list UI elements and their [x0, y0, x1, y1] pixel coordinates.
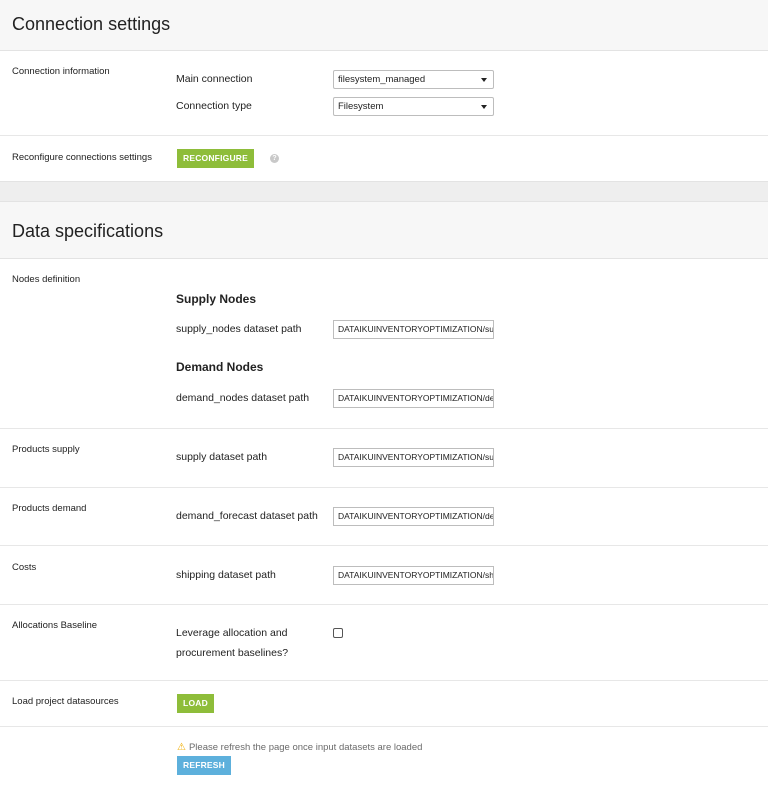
connection-type-select[interactable]: Filesystem — [333, 97, 494, 116]
chevron-down-icon — [481, 105, 487, 109]
main-connection-label: Main connection — [176, 73, 253, 85]
products-demand-label: Products demand — [12, 503, 87, 514]
shipping-path-label: shipping dataset path — [176, 569, 276, 581]
supply-nodes-path-input[interactable]: DATAIKUINVENTORYOPTIMIZATION/supply_node… — [333, 320, 494, 339]
divider — [0, 428, 768, 429]
allocations-baseline-label: Allocations Baseline — [12, 620, 98, 631]
main-connection-select[interactable]: filesystem_managed — [333, 70, 494, 89]
supply-path-label: supply dataset path — [176, 451, 268, 463]
help-icon[interactable]: ? — [270, 154, 279, 163]
connection-settings-title: Connection settings — [12, 14, 171, 34]
data-specifications-title: Data specifications — [12, 221, 164, 241]
warning-icon: ⚠ — [177, 742, 186, 753]
leverage-baselines-label-line2: procurement baselines? — [176, 647, 289, 659]
refresh-button[interactable]: REFRESH — [177, 756, 231, 775]
leverage-baselines-checkbox[interactable] — [333, 628, 343, 638]
leverage-baselines-label-line1: Leverage allocation and — [176, 627, 288, 639]
connection-information-label: Connection information — [12, 66, 110, 77]
reconfigure-label: Reconfigure connections settings — [12, 152, 152, 163]
divider — [0, 135, 768, 136]
refresh-warning-text: Please refresh the page once input datas… — [188, 742, 423, 753]
divider — [0, 680, 768, 681]
supply-path-input[interactable]: DATAIKUINVENTORYOPTIMIZATION/supply — [333, 448, 494, 467]
load-datasources-label: Load project datasources — [12, 696, 119, 707]
connection-type-label: Connection type — [176, 100, 252, 112]
main-connection-value: filesystem_managed — [338, 74, 426, 85]
demand-forecast-path-input[interactable]: DATAIKUINVENTORYOPTIMIZATION/demand_fore… — [333, 507, 494, 526]
refresh-warning: ⚠ Please refresh the page once input data… — [177, 742, 422, 753]
divider — [0, 545, 768, 546]
demand-nodes-path-label: demand_nodes dataset path — [176, 392, 310, 404]
reconfigure-button[interactable]: RECONFIGURE — [177, 149, 254, 168]
supply-nodes-heading: Supply Nodes — [176, 292, 257, 306]
demand-nodes-path-input[interactable]: DATAIKUINVENTORYOPTIMIZATION/demand_node… — [333, 389, 494, 408]
section-separator — [0, 181, 768, 202]
costs-label: Costs — [12, 562, 37, 573]
connection-type-value: Filesystem — [338, 101, 384, 112]
demand-nodes-heading: Demand Nodes — [176, 360, 264, 374]
divider — [0, 604, 768, 605]
divider — [0, 487, 768, 488]
divider — [0, 726, 768, 727]
connection-settings-header: Connection settings — [0, 0, 768, 51]
demand-forecast-path-label: demand_forecast dataset path — [176, 510, 318, 522]
supply-nodes-path-label: supply_nodes dataset path — [176, 323, 302, 335]
load-button[interactable]: LOAD — [177, 694, 214, 713]
data-specifications-header: Data specifications — [0, 202, 768, 259]
nodes-definition-label: Nodes definition — [12, 274, 81, 285]
chevron-down-icon — [481, 78, 487, 82]
shipping-path-input[interactable]: DATAIKUINVENTORYOPTIMIZATION/shipping — [333, 566, 494, 585]
products-supply-label: Products supply — [12, 444, 80, 455]
